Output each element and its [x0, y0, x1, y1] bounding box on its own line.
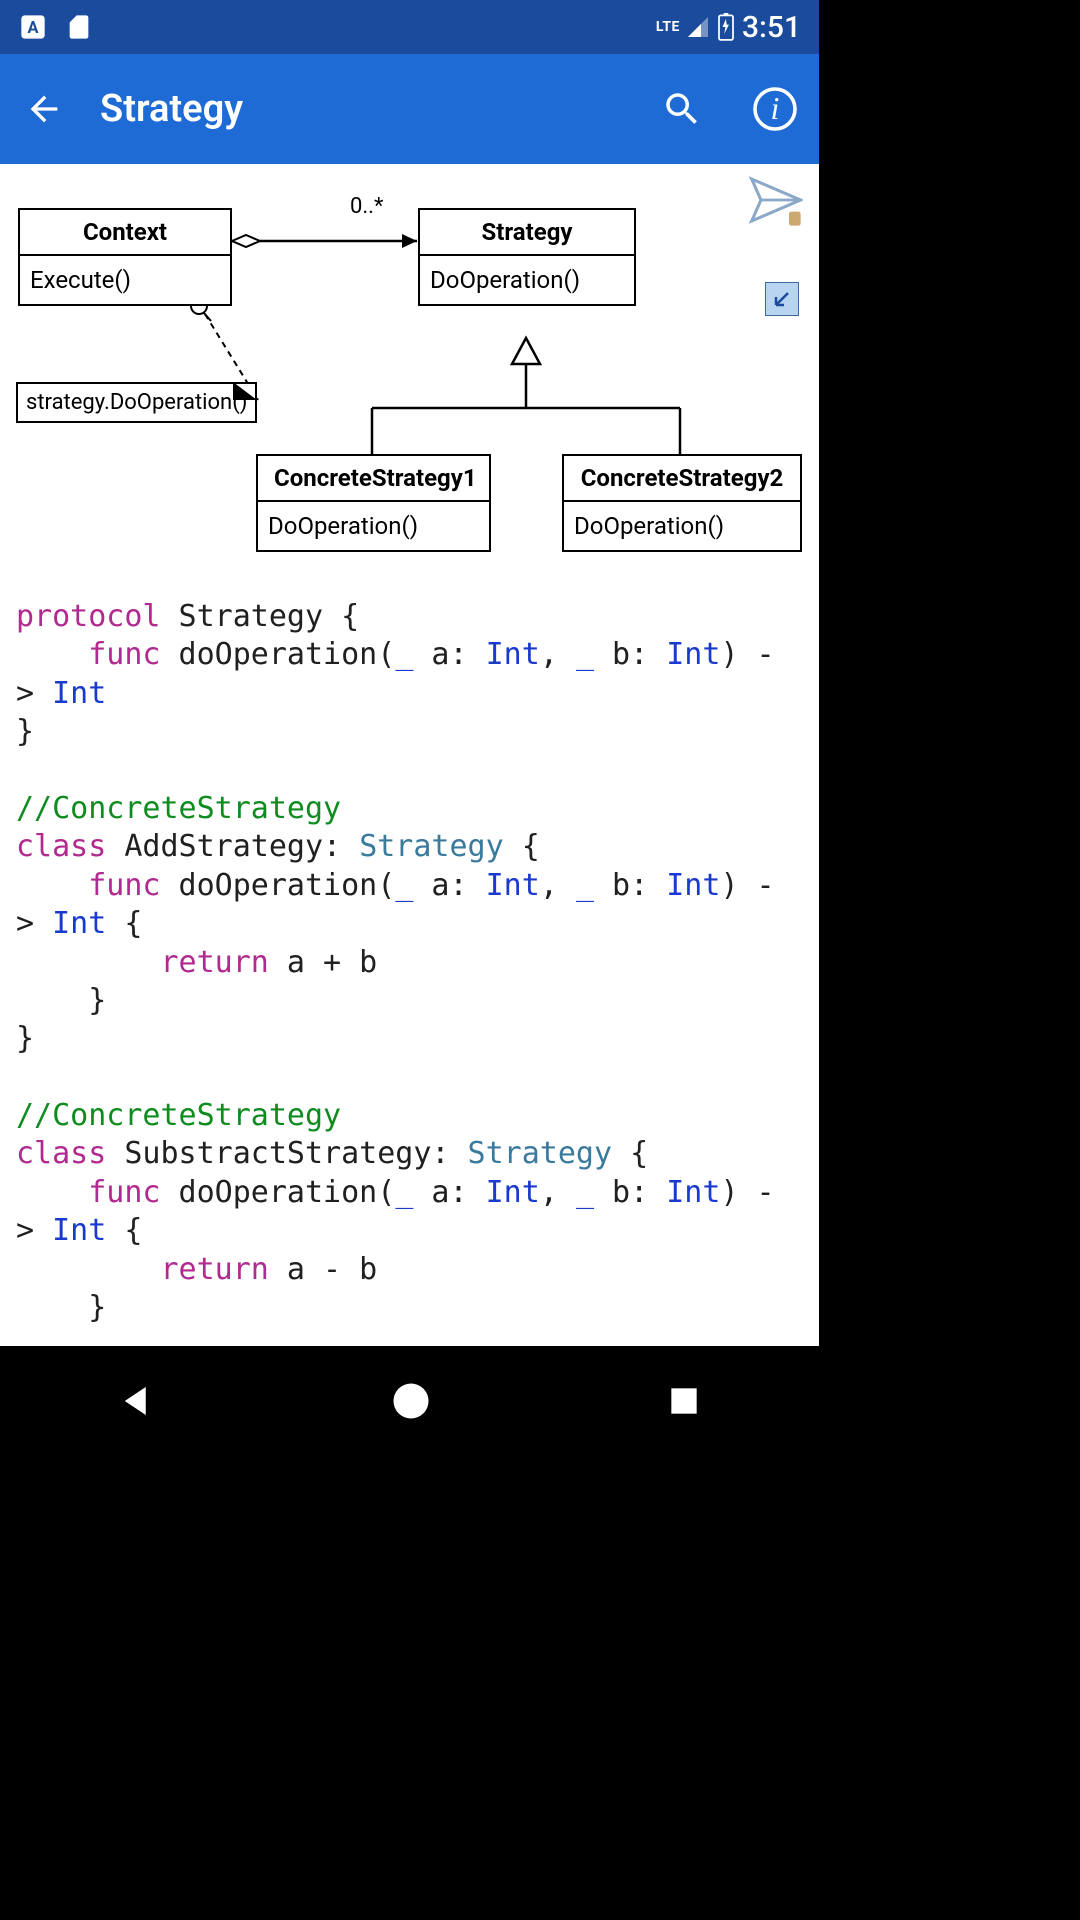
- u5: _: [395, 1175, 413, 1210]
- kw-class2: class: [16, 1136, 106, 1171]
- pb2: b:: [594, 868, 666, 903]
- search-button[interactable]: [658, 85, 706, 133]
- nav-recent-button[interactable]: [665, 1382, 703, 1420]
- int4: Int: [486, 868, 540, 903]
- uml-diagram: 0..* Context Execute() Strategy DoOperat…: [0, 164, 819, 584]
- u6: _: [576, 1175, 594, 1210]
- c2: ,: [540, 868, 576, 903]
- uml-concrete2: ConcreteStrategy2 DoOperation(): [562, 454, 802, 552]
- gt2: >: [16, 906, 52, 941]
- comment2: //ConcreteStrategy: [16, 1098, 341, 1133]
- ap3: ) -: [720, 1175, 774, 1210]
- pb3: b:: [594, 1175, 666, 1210]
- status-right: LTE 3:51: [656, 10, 801, 45]
- int2: Int: [666, 637, 720, 672]
- arrow-part: ) -: [720, 637, 774, 672]
- aplus: a + b: [269, 945, 377, 980]
- kw-class1: class: [16, 829, 106, 864]
- brace1: }: [16, 714, 34, 749]
- brace2: {: [504, 829, 540, 864]
- sig2: doOperation(: [161, 868, 396, 903]
- nav-back-button[interactable]: [116, 1380, 158, 1422]
- sdcard-icon: [64, 12, 94, 42]
- param-b: b:: [594, 637, 666, 672]
- u4: _: [576, 868, 594, 903]
- system-nav-bar: [0, 1346, 819, 1456]
- share-icon[interactable]: [747, 172, 803, 228]
- svg-text:i: i: [771, 90, 780, 126]
- underscore2: _: [576, 637, 594, 672]
- status-left: A: [18, 12, 94, 42]
- u3: _: [395, 868, 413, 903]
- clock: 3:51: [742, 10, 801, 45]
- info-button[interactable]: i: [751, 85, 799, 133]
- kw-func2: func: [88, 868, 160, 903]
- int3: Int: [52, 676, 106, 711]
- ap2: ) -: [720, 868, 774, 903]
- uml-concrete1: ConcreteStrategy1 DoOperation(): [256, 454, 491, 552]
- app-a-icon: A: [18, 12, 48, 42]
- kw-protocol: protocol: [16, 599, 161, 634]
- uml-concrete1-title: ConcreteStrategy1: [258, 456, 489, 502]
- pa3: a:: [413, 1175, 485, 1210]
- app-bar: Strategy i: [0, 54, 819, 164]
- kw-return2: return: [161, 1252, 269, 1287]
- cb1: }: [16, 983, 106, 1018]
- c3: ,: [540, 1175, 576, 1210]
- gt: >: [16, 676, 52, 711]
- brace3: {: [612, 1136, 648, 1171]
- uml-concrete2-method: DoOperation(): [564, 502, 800, 550]
- type-strategy1: Strategy: [359, 829, 504, 864]
- int8: Int: [666, 1175, 720, 1210]
- back-button[interactable]: [20, 85, 68, 133]
- int9: Int: [52, 1213, 106, 1248]
- addstrategy: AddStrategy:: [106, 829, 359, 864]
- uml-concrete2-title: ConcreteStrategy2: [564, 456, 800, 502]
- lte-label: LTE: [656, 19, 680, 35]
- underscore1: _: [395, 637, 413, 672]
- uml-strategy-method: DoOperation(): [420, 256, 634, 304]
- comma1: ,: [540, 637, 576, 672]
- gt3: >: [16, 1213, 52, 1248]
- multiplicity-label: 0..*: [350, 194, 383, 219]
- signal-icon: [686, 15, 710, 39]
- param-a: a:: [413, 637, 485, 672]
- substrategy: SubstractStrategy:: [106, 1136, 467, 1171]
- uml-strategy: Strategy DoOperation(): [418, 208, 636, 306]
- content[interactable]: 0..* Context Execute() Strategy DoOperat…: [0, 164, 819, 1346]
- int6: Int: [52, 906, 106, 941]
- comment1: //ConcreteStrategy: [16, 791, 341, 826]
- sig3: doOperation(: [161, 1175, 396, 1210]
- sig-doop: doOperation(: [161, 637, 396, 672]
- cb2: }: [16, 1021, 34, 1056]
- type-strategy2: Strategy: [468, 1136, 613, 1171]
- aminus: a - b: [269, 1252, 377, 1287]
- uml-context: Context Execute(): [18, 208, 232, 306]
- battery-charging-icon: [716, 13, 736, 41]
- page-title: Strategy: [100, 87, 243, 131]
- nav-home-button[interactable]: [390, 1380, 432, 1422]
- uml-strategy-title: Strategy: [420, 210, 634, 256]
- int5: Int: [666, 868, 720, 903]
- kw-func3: func: [88, 1175, 160, 1210]
- app-actions: i: [658, 85, 799, 133]
- cb3: }: [16, 1290, 106, 1325]
- kw-return1: return: [161, 945, 269, 980]
- uml-context-method: Execute(): [20, 256, 230, 304]
- uml-note: strategy.DoOperation(): [16, 382, 257, 423]
- code-block: protocol Strategy { func doOperation(_ a…: [0, 584, 819, 1327]
- status-bar: A LTE 3:51: [0, 0, 819, 54]
- uml-concrete1-method: DoOperation(): [258, 502, 489, 550]
- int7: Int: [486, 1175, 540, 1210]
- kw-func: func: [88, 637, 160, 672]
- pa2: a:: [413, 868, 485, 903]
- svg-text:A: A: [28, 18, 39, 37]
- int1: Int: [486, 637, 540, 672]
- uml-context-title: Context: [20, 210, 230, 256]
- protocol-name: Strategy {: [161, 599, 360, 634]
- collapse-icon[interactable]: [765, 282, 799, 316]
